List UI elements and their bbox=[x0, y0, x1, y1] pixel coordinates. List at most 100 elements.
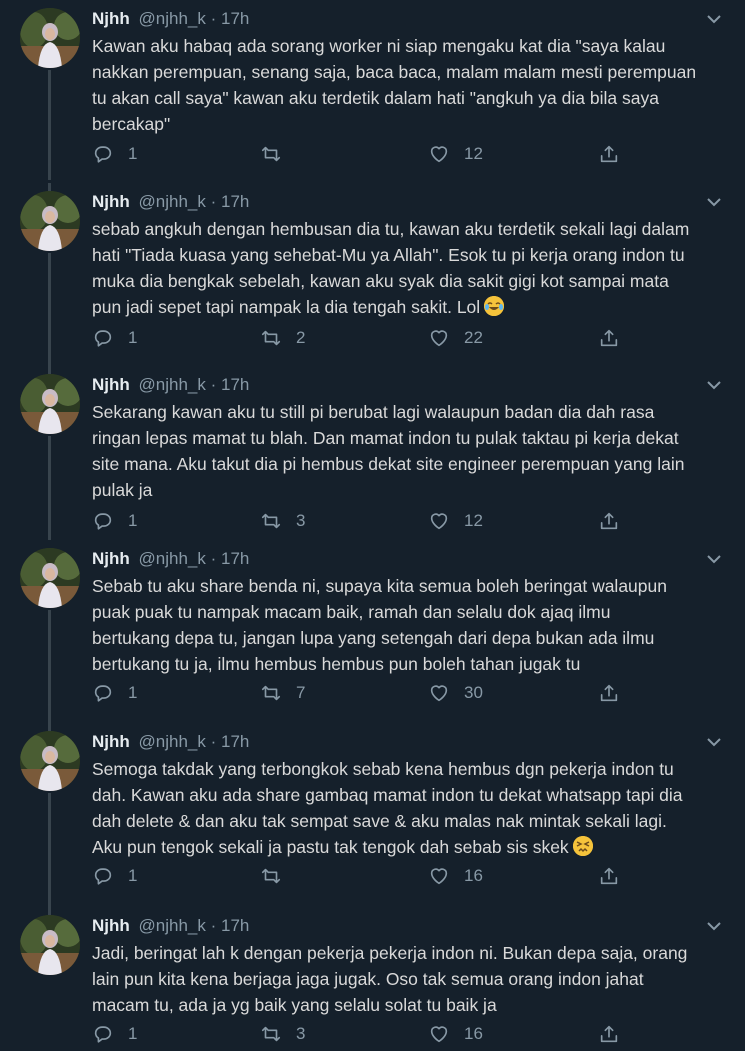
reply-button[interactable]: 1 bbox=[92, 326, 137, 350]
like-count: 22 bbox=[464, 328, 483, 347]
chevron-down-icon[interactable] bbox=[705, 10, 723, 28]
tweet[interactable]: Njhh @njhh_k · 17h Sekarang kawan aku tu… bbox=[0, 366, 745, 540]
tweet[interactable]: Njhh @njhh_k · 17h Kawan aku habaq ada s… bbox=[0, 0, 745, 180]
tweet[interactable]: Njhh @njhh_k · 17h Semoga takdak yang te… bbox=[0, 723, 745, 907]
retweet-icon bbox=[260, 865, 282, 887]
retweet-button[interactable]: 2 bbox=[260, 326, 305, 350]
share-button[interactable] bbox=[598, 509, 620, 533]
reply-count: 1 bbox=[128, 1024, 138, 1043]
retweet-icon bbox=[260, 327, 282, 349]
tweet-actions: 1 7 30 bbox=[92, 681, 632, 705]
avatar[interactable] bbox=[20, 731, 80, 791]
avatar[interactable] bbox=[20, 548, 80, 608]
timestamp[interactable]: 17h bbox=[221, 375, 249, 394]
avatar[interactable] bbox=[20, 191, 80, 251]
reply-count: 1 bbox=[128, 683, 138, 702]
like-count: 30 bbox=[464, 683, 483, 702]
retweet-button[interactable]: 7 bbox=[260, 681, 305, 705]
like-button[interactable]: 12 bbox=[428, 142, 483, 166]
thread-line bbox=[48, 907, 51, 915]
author-handle[interactable]: @njhh_k bbox=[139, 732, 206, 751]
reply-icon bbox=[92, 143, 114, 165]
author-handle[interactable]: @njhh_k bbox=[139, 549, 206, 568]
author-handle[interactable]: @njhh_k bbox=[139, 375, 206, 394]
reply-count: 1 bbox=[128, 144, 138, 163]
retweet-count: 3 bbox=[296, 511, 306, 530]
share-button[interactable] bbox=[598, 142, 620, 166]
author-name[interactable]: Njhh bbox=[92, 9, 130, 28]
share-button[interactable] bbox=[598, 681, 620, 705]
tweet-actions: 1 2 22 bbox=[92, 326, 632, 350]
tweet-header: Njhh @njhh_k · 17h bbox=[92, 915, 725, 937]
author-name[interactable]: Njhh bbox=[92, 732, 130, 751]
tweet[interactable]: Njhh @njhh_k · 17h Sebab tu aku share be… bbox=[0, 540, 745, 723]
separator-dot: · bbox=[210, 9, 217, 28]
reply-button[interactable]: 1 bbox=[92, 509, 137, 533]
retweet-count: 7 bbox=[296, 683, 306, 702]
share-icon bbox=[598, 865, 620, 887]
avatar[interactable] bbox=[20, 915, 80, 975]
like-button[interactable]: 12 bbox=[428, 509, 483, 533]
tweet-text: sebab angkuh dengan hembusan dia tu, kaw… bbox=[92, 219, 690, 317]
thread-line bbox=[48, 610, 51, 723]
retweet-button[interactable] bbox=[260, 142, 296, 166]
like-button[interactable]: 30 bbox=[428, 681, 483, 705]
retweet-icon bbox=[260, 510, 282, 532]
tweet-actions: 1 16 bbox=[92, 864, 632, 888]
timestamp[interactable]: 17h bbox=[221, 732, 249, 751]
author-handle[interactable]: @njhh_k bbox=[139, 916, 206, 935]
like-count: 16 bbox=[464, 866, 483, 885]
reply-button[interactable]: 1 bbox=[92, 1022, 137, 1046]
reply-button[interactable]: 1 bbox=[92, 681, 137, 705]
like-button[interactable]: 22 bbox=[428, 326, 483, 350]
separator-dot: · bbox=[210, 732, 217, 751]
tweet-actions: 1 12 bbox=[92, 142, 632, 166]
reply-icon bbox=[92, 327, 114, 349]
avatar[interactable] bbox=[20, 374, 80, 434]
reply-button[interactable]: 1 bbox=[92, 864, 137, 888]
tweet-text: Kawan aku habaq ada sorang worker ni sia… bbox=[92, 36, 697, 134]
share-button[interactable] bbox=[598, 864, 620, 888]
retweet-button[interactable]: 3 bbox=[260, 1022, 305, 1046]
chevron-down-icon[interactable] bbox=[705, 193, 723, 211]
thread-line bbox=[48, 723, 51, 731]
author-name[interactable]: Njhh bbox=[92, 192, 130, 211]
author-name[interactable]: Njhh bbox=[92, 916, 130, 935]
like-button[interactable]: 16 bbox=[428, 864, 483, 888]
tweet-header: Njhh @njhh_k · 17h bbox=[92, 731, 725, 753]
author-name[interactable]: Njhh bbox=[92, 375, 130, 394]
heart-icon bbox=[428, 865, 450, 887]
like-count: 12 bbox=[464, 511, 483, 530]
retweet-button[interactable] bbox=[260, 864, 296, 888]
chevron-down-icon[interactable] bbox=[705, 733, 723, 751]
retweet-button[interactable]: 3 bbox=[260, 509, 305, 533]
timestamp[interactable]: 17h bbox=[221, 9, 249, 28]
reply-button[interactable]: 1 bbox=[92, 142, 137, 166]
like-button[interactable]: 16 bbox=[428, 1022, 483, 1046]
author-handle[interactable]: @njhh_k bbox=[139, 192, 206, 211]
reply-icon bbox=[92, 1023, 114, 1045]
avatar[interactable] bbox=[20, 8, 80, 68]
author-handle[interactable]: @njhh_k bbox=[139, 9, 206, 28]
timestamp[interactable]: 17h bbox=[221, 192, 249, 211]
separator-dot: · bbox=[210, 549, 217, 568]
tweet-header: Njhh @njhh_k · 17h bbox=[92, 8, 725, 30]
share-icon bbox=[598, 682, 620, 704]
chevron-down-icon[interactable] bbox=[705, 376, 723, 394]
reply-icon bbox=[92, 682, 114, 704]
chevron-down-icon[interactable] bbox=[705, 550, 723, 568]
tweet[interactable]: Njhh @njhh_k · 17h Jadi, beringat lah k … bbox=[0, 907, 745, 1051]
share-button[interactable] bbox=[598, 326, 620, 350]
timestamp[interactable]: 17h bbox=[221, 916, 249, 935]
thread-line bbox=[48, 436, 51, 540]
author-name[interactable]: Njhh bbox=[92, 549, 130, 568]
timestamp[interactable]: 17h bbox=[221, 549, 249, 568]
retweet-count: 2 bbox=[296, 328, 306, 347]
tweet-text: Semoga takdak yang terbongkok sebab kena… bbox=[92, 759, 683, 857]
share-button[interactable] bbox=[598, 1022, 620, 1046]
tweet[interactable]: Njhh @njhh_k · 17h sebab angkuh dengan h… bbox=[0, 183, 745, 366]
reply-count: 1 bbox=[128, 511, 138, 530]
chevron-down-icon[interactable] bbox=[705, 917, 723, 935]
retweet-icon bbox=[260, 1023, 282, 1045]
tweet-text: Sebab tu aku share benda ni, supaya kita… bbox=[92, 576, 667, 674]
